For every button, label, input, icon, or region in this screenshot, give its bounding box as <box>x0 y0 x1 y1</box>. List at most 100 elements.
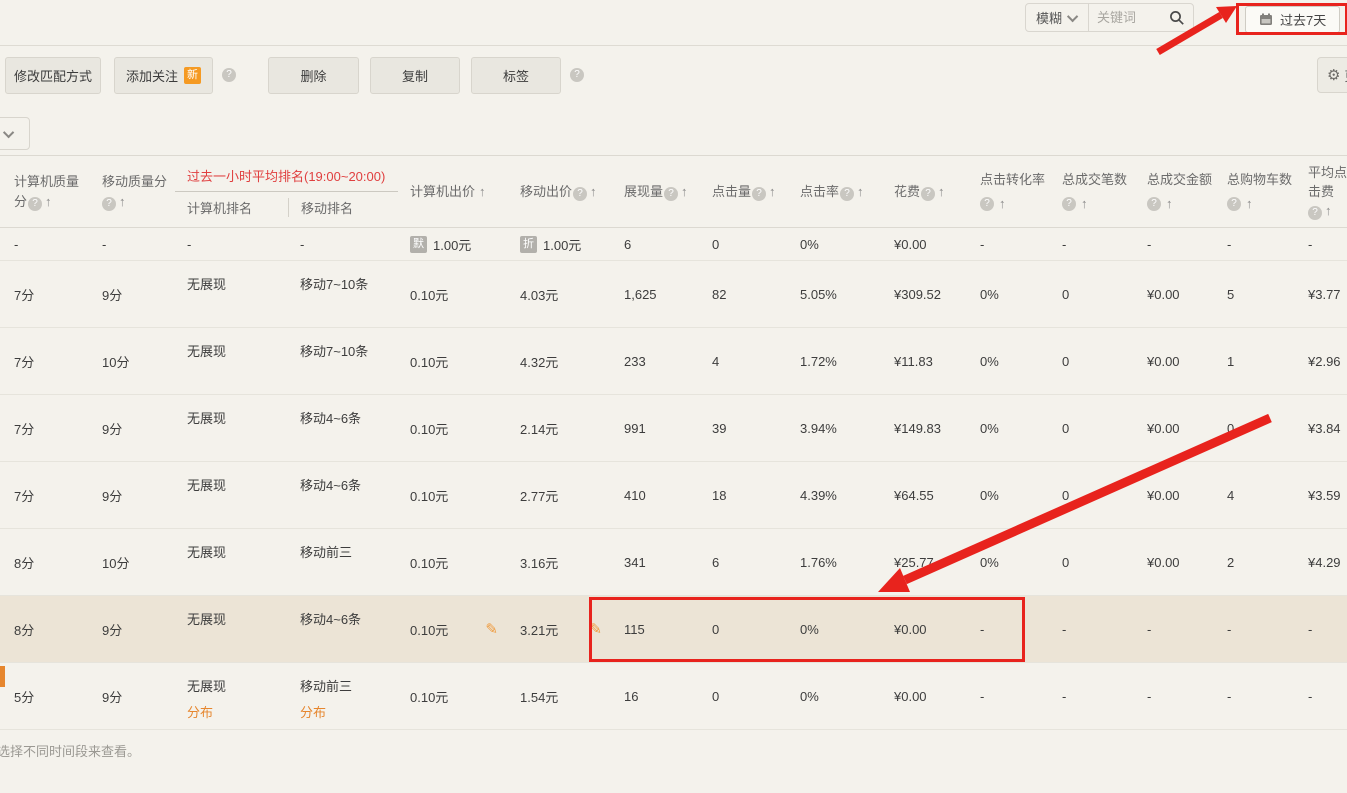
cell-value: ¥3.59 <box>1308 488 1341 503</box>
help-icon[interactable]: ? <box>1147 197 1161 211</box>
table-row[interactable]: 7分9分无展现移动4~6条0.10元2.77元410184.39%¥64.550… <box>0 462 1347 529</box>
cell-value: 39 <box>712 421 726 436</box>
cell-orders: - <box>1050 689 1135 704</box>
delete-button[interactable]: 删除 <box>268 57 359 94</box>
column-label: 展现量 <box>624 184 663 199</box>
column-header-carts[interactable]: 总购物车数 ?↑ <box>1215 170 1296 214</box>
column-header-mobile-rank[interactable]: 移动排名 <box>288 198 398 217</box>
distribution-link[interactable]: 分布 <box>300 702 326 721</box>
column-header-pc-bid[interactable]: 计算机出价↑ <box>398 182 508 202</box>
column-header-orders[interactable]: 总成交笔数 ?↑ <box>1050 170 1135 214</box>
more-settings-button[interactable]: ⚙ 更 <box>1317 57 1347 93</box>
column-header-revenue[interactable]: 总成交金额 ?↑ <box>1135 170 1215 214</box>
cell-value: 0% <box>800 237 819 252</box>
cell-value: 移动7~10条 <box>300 274 368 293</box>
column-header-ctr[interactable]: 点击率?↑ <box>788 182 882 202</box>
match-mode-dropdown[interactable]: 模糊 <box>1026 4 1089 31</box>
sort-asc-icon[interactable]: ↑ <box>1246 194 1253 214</box>
sort-asc-icon[interactable]: ↑ <box>1166 194 1173 214</box>
column-header-pc-quality[interactable]: 计算机质量分?↑ <box>0 172 90 212</box>
sort-asc-icon[interactable]: ↑ <box>479 184 486 199</box>
avg-rank-group-title: 过去一小时平均排名(19:00~20:00) <box>175 166 398 192</box>
column-label: 点击转化率 <box>980 172 1045 187</box>
table-row[interactable]: 7分10分无展现移动7~10条0.10元4.32元23341.72%¥11.83… <box>0 328 1347 395</box>
help-icon[interactable]: ? <box>840 187 854 201</box>
table-row[interactable]: 8分10分无展现移动前三0.10元3.16元34161.76%¥25.770%0… <box>0 529 1347 596</box>
edit-pencil-icon[interactable]: ✎ <box>485 620 498 638</box>
cell-revenue: ¥0.00 <box>1135 488 1215 503</box>
copy-button[interactable]: 复制 <box>370 57 460 94</box>
column-header-pc-rank[interactable]: 计算机排名 <box>175 198 288 217</box>
search-icon[interactable] <box>1169 10 1185 26</box>
cell-mobile-bid: 4.03元 <box>508 285 612 304</box>
add-watch-label: 添加关注 <box>126 66 178 85</box>
table-row[interactable]: ----默1.00元折1.00元600%¥0.00----- <box>0 228 1347 261</box>
cell-value: ¥3.77 <box>1308 287 1341 302</box>
cell-cvr: - <box>968 237 1050 252</box>
sort-asc-icon[interactable]: ↑ <box>769 184 776 199</box>
cell-value: 0.10元 <box>410 486 448 505</box>
cell-value: - <box>1227 237 1231 252</box>
cell-value: 410 <box>624 488 646 503</box>
help-icon[interactable]: ? <box>980 197 994 211</box>
cell-value: 4 <box>712 354 719 369</box>
help-icon[interactable]: ? <box>1308 206 1322 220</box>
sort-asc-icon[interactable]: ↑ <box>999 194 1006 214</box>
cell-value: - <box>1308 237 1312 252</box>
edit-pencil-icon[interactable]: ✎ <box>589 620 602 638</box>
cell-value: ¥25.77 <box>894 555 934 570</box>
table-row[interactable]: 8分9分无展现移动4~6条0.10元✎3.21元✎11500%¥0.00----… <box>0 596 1347 663</box>
sort-asc-icon[interactable]: ↑ <box>590 184 597 199</box>
column-header-cost[interactable]: 花费?↑ <box>882 182 968 202</box>
column-header-impressions[interactable]: 展现量?↑ <box>612 182 700 202</box>
help-icon[interactable]: ? <box>570 68 584 82</box>
column-header-mobile-quality[interactable]: 移动质量分?↑ <box>90 172 175 212</box>
date-range-button[interactable]: 过去7天 <box>1245 6 1340 33</box>
cell-impressions: 991 <box>612 421 700 436</box>
cell-ctr: 4.39% <box>788 488 882 503</box>
modify-match-button[interactable]: 修改匹配方式 <box>5 57 101 94</box>
cell-impressions: 6 <box>612 237 700 252</box>
column-header-clicks[interactable]: 点击量?↑ <box>700 182 788 202</box>
cell-value: - <box>1147 689 1151 704</box>
sort-asc-icon[interactable]: ↑ <box>681 184 688 199</box>
help-icon[interactable]: ? <box>1062 197 1076 211</box>
cell-pc-bid: 0.10元 <box>398 285 508 304</box>
help-icon[interactable]: ? <box>222 68 236 82</box>
help-icon[interactable]: ? <box>752 187 766 201</box>
help-icon[interactable]: ? <box>921 187 935 201</box>
cell-pc-quality: 7分 <box>0 486 90 505</box>
help-icon[interactable]: ? <box>664 187 678 201</box>
tag-button[interactable]: 标签 <box>471 57 561 94</box>
table-row[interactable]: 5分9分无展现分布移动前三分布0.10元1.54元1600%¥0.00----- <box>0 663 1347 730</box>
date-range-label: 过去7天 <box>1280 10 1326 29</box>
column-header-avg-cpc[interactable]: 平均点击费?↑ <box>1296 163 1347 220</box>
add-watch-button[interactable]: 添加关注 新 <box>114 57 213 94</box>
help-icon[interactable]: ? <box>102 197 116 211</box>
column-header-mobile-bid[interactable]: 移动出价?↑ <box>508 182 612 202</box>
cell-value: 0% <box>980 421 999 436</box>
sort-asc-icon[interactable]: ↑ <box>857 184 864 199</box>
cell-avg-cpc: ¥3.84 <box>1296 421 1347 436</box>
cell-value: 8分 <box>14 620 34 639</box>
table-row[interactable]: 7分9分无展现移动4~6条0.10元2.14元991393.94%¥149.83… <box>0 395 1347 462</box>
cell-value: - <box>1308 622 1312 637</box>
toolbar: 修改匹配方式 添加关注 新 ? 删除 复制 标签 ? ⚙ 更 <box>0 55 1347 95</box>
help-icon[interactable]: ? <box>573 187 587 201</box>
sort-asc-icon[interactable]: ↑ <box>45 194 52 209</box>
distribution-link[interactable]: 分布 <box>187 702 213 721</box>
sort-asc-icon[interactable]: ↑ <box>1325 203 1332 218</box>
table-row[interactable]: 7分9分无展现移动7~10条0.10元4.03元1,625825.05%¥309… <box>0 261 1347 328</box>
help-icon[interactable]: ? <box>1227 197 1241 211</box>
sort-asc-icon[interactable]: ↑ <box>938 184 945 199</box>
help-icon[interactable]: ? <box>28 197 42 211</box>
collapse-toggle-button[interactable] <box>0 117 30 150</box>
sort-asc-icon[interactable]: ↑ <box>119 194 126 209</box>
sort-asc-icon[interactable]: ↑ <box>1081 194 1088 214</box>
cell-value: 0% <box>800 622 819 637</box>
column-header-cvr[interactable]: 点击转化率 ? ↑ <box>968 170 1050 214</box>
keyword-search-input[interactable] <box>1097 10 1169 25</box>
cell-mobile-quality: 10分 <box>90 553 175 572</box>
chevron-down-icon <box>1067 10 1078 21</box>
cell-value: ¥2.96 <box>1308 354 1341 369</box>
